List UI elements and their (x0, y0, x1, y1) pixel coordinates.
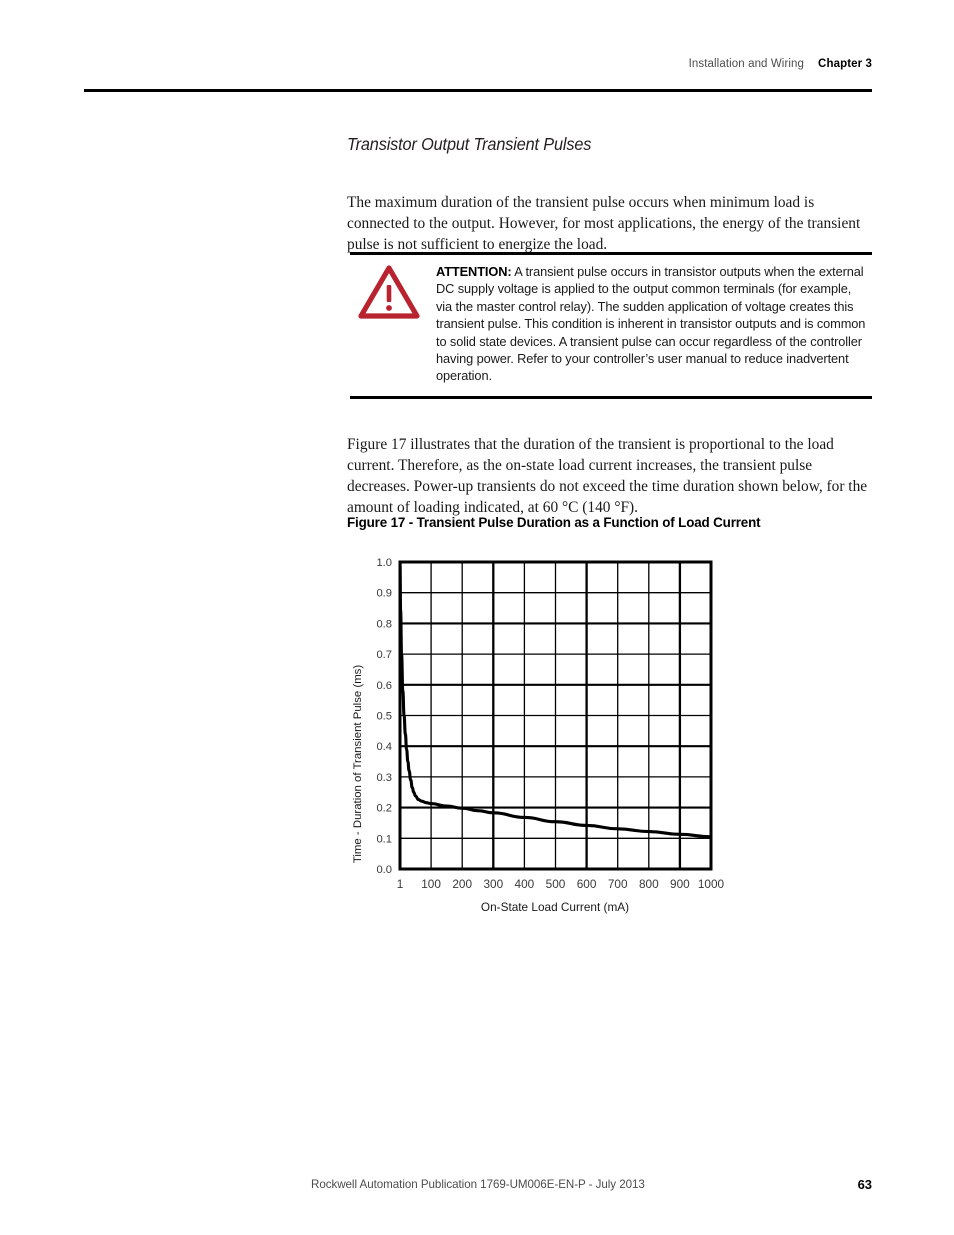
figure-intro-paragraph: Figure 17 illustrates that the duration … (347, 436, 868, 516)
svg-text:0.3: 0.3 (376, 772, 392, 784)
svg-text:0.5: 0.5 (376, 711, 392, 723)
chart-x-axis-label: On-State Load Current (mA) (481, 900, 629, 914)
chart-x-tick-labels: 1 100 200 300 400 500 600 700 800 900 1000 (397, 877, 725, 891)
svg-text:0.8: 0.8 (376, 618, 392, 630)
svg-text:800: 800 (639, 877, 659, 891)
svg-text:0.7: 0.7 (376, 649, 392, 661)
transient-pulse-chart: 0.0 0.1 0.2 0.3 0.4 0.5 0.6 0.7 0.8 0.9 1.0 1 100 20… (347, 548, 767, 923)
intro-paragraph: The maximum duration of the transient pu… (347, 194, 861, 253)
attention-box: ATTENTION: A transient pulse occurs in t… (350, 252, 872, 400)
section-heading: Transistor Output Transient Pulses (347, 134, 592, 154)
svg-text:700: 700 (608, 877, 628, 891)
svg-text:900: 900 (670, 877, 690, 891)
svg-text:1000: 1000 (698, 877, 725, 891)
attention-rule-bottom (350, 396, 872, 399)
attention-body: A transient pulse occurs in transistor o… (436, 264, 866, 384)
svg-text:0.9: 0.9 (376, 588, 392, 600)
chart-y-tick-labels: 0.0 0.1 0.2 0.3 0.4 0.5 0.6 0.7 0.8 0.9 1.0 (376, 557, 392, 876)
svg-text:1.0: 1.0 (376, 557, 392, 569)
svg-text:300: 300 (483, 877, 503, 891)
page-header: Installation and Wiring Chapter 3 (84, 58, 872, 98)
svg-text:400: 400 (515, 877, 535, 891)
header-chapter-label: Chapter 3 (818, 58, 872, 70)
chart-canvas: 0.0 0.1 0.2 0.3 0.4 0.5 0.6 0.7 0.8 0.9 1.0 1 100 20… (352, 557, 725, 914)
header-text: Installation and Wiring Chapter 3 (689, 58, 872, 70)
svg-text:1: 1 (397, 877, 404, 891)
svg-text:0.1: 0.1 (376, 833, 392, 845)
svg-text:200: 200 (452, 877, 472, 891)
attention-label: ATTENTION: (436, 264, 512, 279)
attention-rule-top (350, 252, 872, 255)
svg-text:500: 500 (546, 877, 566, 891)
svg-text:0.6: 0.6 (376, 680, 392, 692)
attention-text: ATTENTION: A transient pulse occurs in t… (436, 263, 866, 385)
chart-y-axis-label: Time - Duration of Transient Pulse (ms) (352, 665, 364, 864)
warning-triangle-icon (358, 264, 420, 320)
svg-text:600: 600 (577, 877, 597, 891)
header-section-label: Installation and Wiring (688, 58, 805, 70)
footer-publication: Rockwell Automation Publication 1769-UM0… (311, 1178, 645, 1191)
footer-page-number: 63 (857, 1177, 872, 1192)
svg-text:0.0: 0.0 (376, 864, 392, 876)
svg-text:0.4: 0.4 (376, 741, 392, 753)
svg-text:100: 100 (421, 877, 441, 891)
figure-caption: Figure 17 - Transient Pulse Duration as … (347, 515, 761, 530)
svg-text:0.2: 0.2 (376, 803, 392, 815)
header-divider (84, 89, 872, 92)
